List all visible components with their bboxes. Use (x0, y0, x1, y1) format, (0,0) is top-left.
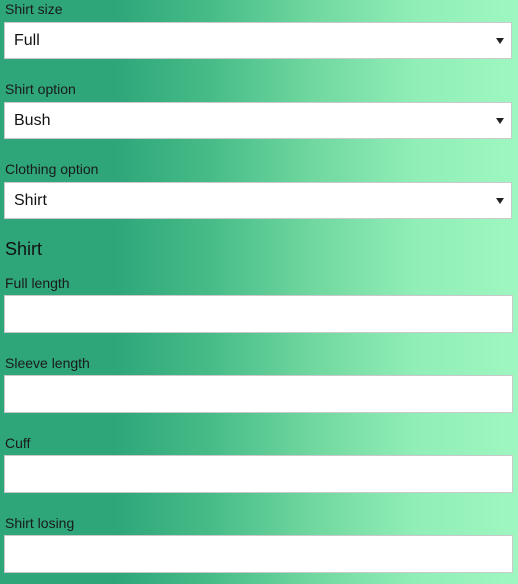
shirt-option-value: Bush (14, 112, 51, 129)
cuff-input[interactable] (4, 455, 513, 493)
shirt-option-select[interactable]: Bush (4, 102, 512, 139)
section-title: Shirt (5, 239, 43, 259)
clothing-option-value: Shirt (14, 192, 47, 209)
clothing-option-select[interactable]: Shirt (4, 182, 512, 219)
caret-down-icon (496, 118, 504, 124)
clothing-option-label: Clothing option (5, 161, 99, 177)
shirt-losing-input[interactable] (4, 535, 513, 573)
shirt-size-select[interactable]: Full (4, 22, 512, 59)
shirt-option-label: Shirt option (5, 81, 76, 97)
full-length-label: Full length (5, 275, 70, 291)
cuff-label: Cuff (5, 435, 31, 451)
shirt-size-label: Shirt size (5, 1, 63, 17)
sleeve-length-label: Sleeve length (5, 355, 90, 371)
shirt-losing-label: Shirt losing (5, 515, 75, 531)
shirt-size-value: Full (14, 32, 40, 49)
full-length-input[interactable] (4, 295, 513, 333)
caret-down-icon (496, 198, 504, 204)
caret-down-icon (496, 38, 504, 44)
sleeve-length-input[interactable] (4, 375, 513, 413)
